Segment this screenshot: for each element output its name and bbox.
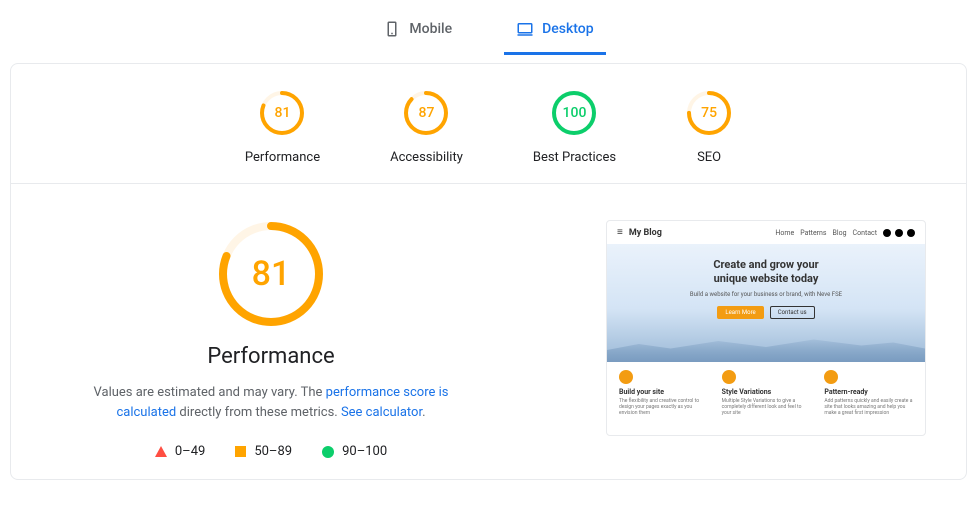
gauge-performance[interactable]: 81 Performance (245, 90, 320, 165)
performance-panel: 81 Performance Values are estimated and … (51, 220, 491, 459)
circle-icon (322, 446, 334, 458)
gauge-value: 81 (259, 90, 305, 136)
feature-icon (824, 370, 838, 384)
square-icon (235, 446, 246, 457)
preview-hero: Create and grow yourunique website today… (607, 244, 925, 362)
gauge-ring: 87 (403, 90, 449, 136)
gauge-value: 100 (551, 90, 597, 136)
preview-features: Build your siteThe flexibility and creat… (607, 362, 925, 424)
device-tabs: Mobile Desktop (0, 0, 977, 55)
mountain-icon (607, 332, 925, 362)
preview-frame: ≡My Blog HomePatternsBlogContact Create … (606, 220, 926, 436)
preview-feature: Style VariationsMultiple Style Variation… (722, 370, 811, 416)
gauge-accessibility[interactable]: 87 Accessibility (390, 90, 463, 165)
report-card: 81 Performance 87 Accessibility 100 Best… (10, 63, 967, 480)
tab-mobile[interactable]: Mobile (371, 12, 464, 55)
gauge-seo[interactable]: 75 SEO (686, 90, 732, 165)
gauge-row: 81 Performance 87 Accessibility 100 Best… (11, 84, 966, 184)
gauge-value: 87 (403, 90, 449, 136)
gauge-ring: 81 (259, 90, 305, 136)
triangle-icon (155, 446, 167, 457)
preview-nav: HomePatternsBlogContact (775, 229, 915, 237)
desktop-icon (516, 20, 534, 38)
performance-description: Values are estimated and may vary. The p… (71, 383, 471, 422)
gauge-label: Accessibility (390, 150, 463, 165)
performance-gauge-large: 81 (217, 220, 325, 328)
score-legend: 0–49 50–89 90–100 (155, 444, 387, 459)
performance-score-value: 81 (217, 220, 325, 328)
gauge-label: Best Practices (533, 150, 616, 165)
legend-pass: 90–100 (322, 444, 387, 459)
legend-fail: 0–49 (155, 444, 205, 459)
mobile-icon (383, 20, 401, 38)
detail-section: 81 Performance Values are estimated and … (11, 184, 966, 479)
gauge-label: SEO (697, 150, 721, 165)
preview-header: ≡My Blog HomePatternsBlogContact (607, 221, 925, 244)
see-calculator-link[interactable]: See calculator (341, 405, 422, 420)
preview-feature: Build your siteThe flexibility and creat… (619, 370, 708, 416)
legend-average: 50–89 (235, 444, 292, 459)
gauge-label: Performance (245, 150, 320, 165)
feature-icon (722, 370, 736, 384)
feature-icon (619, 370, 633, 384)
tab-desktop[interactable]: Desktop (504, 12, 605, 55)
gauge-best practices[interactable]: 100 Best Practices (533, 90, 616, 165)
gauge-ring: 75 (686, 90, 732, 136)
performance-title: Performance (207, 344, 334, 369)
social-icons (883, 229, 915, 237)
tab-mobile-label: Mobile (409, 21, 452, 37)
tab-desktop-label: Desktop (542, 21, 593, 37)
gauge-ring: 100 (551, 90, 597, 136)
preview-feature: Pattern-readyAdd patterns quickly and ea… (824, 370, 913, 416)
gauge-value: 75 (686, 90, 732, 136)
screenshot-preview: ≡My Blog HomePatternsBlogContact Create … (521, 220, 926, 459)
